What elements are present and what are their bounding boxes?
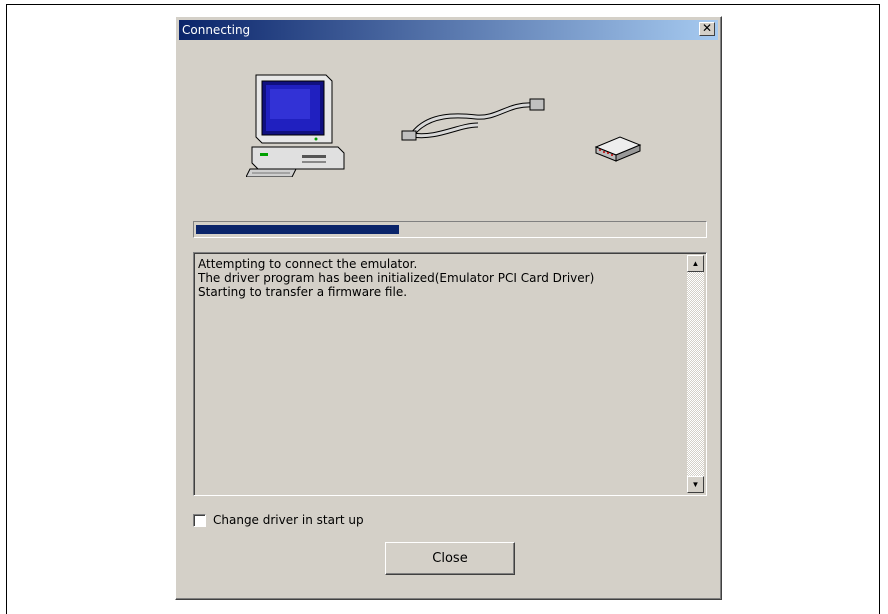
log-line: The driver program has been initialized(… [198,271,595,285]
connection-progress-bar [193,221,707,238]
change-driver-checkbox[interactable] [193,513,206,527]
change-driver-option[interactable]: Change driver in start up [193,513,364,527]
log-lines: Attempting to connect the emulator. The … [198,257,682,299]
title-bar[interactable]: Connecting ✕ [179,20,718,40]
scroll-down-button[interactable]: ▼ [687,476,704,493]
close-window-button[interactable]: ✕ [699,22,715,36]
computer-icon [246,74,345,177]
window-title: Connecting [182,23,251,37]
log-scrollbar[interactable]: ▲ ▼ [687,255,704,493]
log-line: Starting to transfer a firmware file. [198,285,408,299]
cable-icon [401,98,545,141]
close-button[interactable]: Close [385,542,515,575]
log-textbox[interactable]: Attempting to connect the emulator. The … [193,252,707,496]
change-driver-label: Change driver in start up [213,513,364,527]
connecting-dialog: Connecting ✕ Attempting to connect the e… [175,16,722,600]
scroll-up-button[interactable]: ▲ [687,255,704,272]
emulator-device-icon [594,136,642,162]
log-line: Attempting to connect the emulator. [198,257,418,271]
progress-fill [196,225,399,234]
